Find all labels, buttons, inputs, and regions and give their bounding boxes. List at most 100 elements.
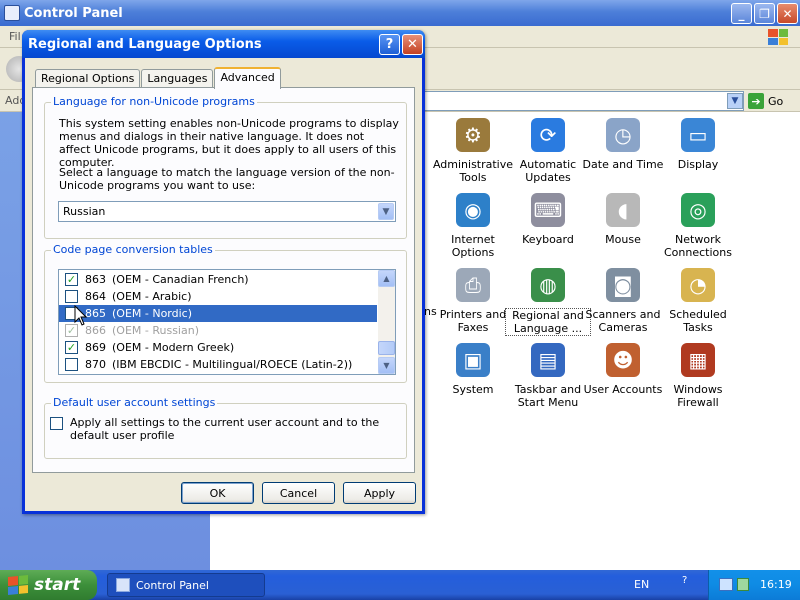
dialog-close-button[interactable]: ✕ (402, 34, 423, 55)
tab-languages[interactable]: Languages (141, 69, 214, 88)
cp-item-label: Taskbar and Start Menu (514, 383, 582, 409)
cp-item-scanners-and-cameras[interactable]: ◙ Scanners and Cameras (580, 268, 666, 334)
cp-item-taskbar-and-start-menu[interactable]: ▤ Taskbar and Start Menu (505, 343, 591, 409)
language-indicator[interactable]: EN (634, 578, 649, 591)
scanners-and-cameras-icon: ◙ (606, 268, 640, 302)
dialog-titlebar[interactable]: Regional and Language Options (22, 30, 425, 58)
chevron-down-icon[interactable]: ▼ (378, 203, 394, 220)
cp-item-display[interactable]: ▭ Display (655, 118, 741, 171)
taskbar: start Control Panel EN ? 16:19 (0, 570, 800, 600)
code-page-group: Code page conversion tables ✓ 863 (OEM - C… (44, 243, 407, 383)
security-tray-icon[interactable] (737, 578, 749, 591)
cp-item-keyboard[interactable]: ⌨ Keyboard (505, 193, 591, 246)
code-page-row: ✓ 866 (OEM - Russian) (59, 322, 377, 339)
code-page-number: 870 (85, 358, 106, 371)
cp-item-network-connections[interactable]: ◎ Network Connections (655, 193, 741, 259)
taskbar-item-label: Control Panel (136, 578, 209, 592)
cp-item-internet-options[interactable]: ◉ Internet Options (430, 193, 516, 259)
cp-item-label: Internet Options (451, 233, 495, 259)
non-unicode-prompt: Select a language to match the language … (59, 166, 395, 192)
scroll-thumb[interactable] (378, 341, 395, 355)
code-page-checkbox[interactable] (65, 290, 78, 303)
code-page-number: 865 (85, 307, 106, 320)
control-panel-task-icon (116, 578, 130, 592)
code-page-number: 864 (85, 290, 106, 303)
cp-item-scheduled-tasks[interactable]: ◔ Scheduled Tasks (655, 268, 741, 334)
network-connections-icon: ◎ (681, 193, 715, 227)
administrative-tools-icon: ⚙ (456, 118, 490, 152)
start-label: start (34, 575, 81, 595)
code-page-row[interactable]: 870 (IBM EBCDIC - Multilingual/ROECE (Lat… (59, 356, 377, 373)
code-page-checkbox[interactable]: ✓ (65, 273, 78, 286)
code-page-list[interactable]: ✓ 863 (OEM - Canadian French) 864 (OEM - Ara… (58, 269, 396, 375)
cp-item-mouse[interactable]: ◖ Mouse (580, 193, 666, 246)
cp-item-label: Administrative Tools (432, 158, 514, 184)
regional-language-dialog: Regional and Language Options ? ✕ Region… (22, 30, 425, 514)
address-dropdown-icon[interactable]: ▼ (727, 93, 743, 109)
code-page-number: 863 (85, 273, 106, 286)
mouse-icon: ◖ (606, 193, 640, 227)
default-user-legend: Default user account settings (51, 396, 218, 409)
taskbar-item-control-panel[interactable]: Control Panel (107, 573, 265, 597)
system-tray: 16:19 (708, 570, 800, 600)
tab-regional-options[interactable]: Regional Options (35, 69, 141, 88)
regional-and-language-icon: ◍ (531, 268, 565, 302)
close-button[interactable]: ✕ (777, 3, 798, 24)
cp-item-label: Windows Firewall (673, 383, 723, 409)
help-button[interactable]: ? (379, 34, 400, 55)
scroll-up-icon[interactable]: ▲ (378, 270, 395, 287)
apply-button[interactable]: Apply (343, 482, 416, 504)
code-page-row[interactable]: 865 (OEM - Nordic) (59, 305, 377, 322)
code-page-name: (IBM EBCDIC - Multilingual/ROECE (Latin-… (112, 358, 353, 371)
clock[interactable]: 16:19 (760, 578, 792, 591)
cancel-button[interactable]: Cancel (262, 482, 335, 504)
automatic-updates-icon: ⟳ (531, 118, 565, 152)
start-button[interactable]: start (0, 570, 97, 600)
code-page-name: (OEM - Arabic) (112, 290, 192, 303)
code-page-row[interactable]: 864 (OEM - Arabic) (59, 288, 377, 305)
code-page-checkbox[interactable] (65, 358, 78, 371)
control-panel-icon (4, 5, 20, 21)
default-user-checkbox[interactable] (50, 417, 63, 430)
system-icon: ▣ (456, 343, 490, 377)
cp-item-label: Printers and Faxes (439, 308, 507, 334)
printers-and-faxes-icon: ⎙ (456, 268, 490, 302)
cp-item-regional-and-language[interactable]: ◍ Regional and Language ... (505, 268, 591, 336)
code-page-number: 866 (85, 324, 106, 337)
cp-item-windows-firewall[interactable]: ▦ Windows Firewall (655, 343, 741, 409)
code-page-row[interactable]: ✓ 863 (OEM - Canadian French) (59, 271, 377, 288)
cp-item-date-and-time[interactable]: ◷ Date and Time (580, 118, 666, 171)
network-tray-icon[interactable] (719, 578, 733, 591)
ok-button[interactable]: OK (181, 482, 254, 504)
menu-file[interactable]: Fil (9, 30, 21, 43)
cp-item-label: System (452, 383, 494, 396)
control-panel-titlebar[interactable]: Control Panel _ ❐ ✕ (0, 0, 800, 26)
display-icon: ▭ (681, 118, 715, 152)
cp-item-administrative-tools[interactable]: ⚙ Administrative Tools (430, 118, 516, 184)
cp-item-automatic-updates[interactable]: ⟳ Automatic Updates (505, 118, 591, 184)
code-page-checkbox[interactable]: ✓ (65, 341, 78, 354)
non-unicode-legend: Language for non-Unicode programs (51, 95, 257, 108)
default-user-group: Default user account settings Apply all … (44, 396, 407, 459)
code-page-number: 869 (85, 341, 106, 354)
minimize-button[interactable]: _ (731, 3, 752, 24)
code-page-legend: Code page conversion tables (51, 243, 215, 256)
language-select[interactable]: Russian ▼ (58, 201, 396, 222)
scroll-down-icon[interactable]: ▼ (378, 357, 395, 374)
tab-advanced[interactable]: Advanced (214, 67, 281, 89)
language-select-value: Russian (63, 205, 106, 218)
list-scrollbar[interactable]: ▲ ▼ (378, 270, 395, 374)
cp-item-label: User Accounts (583, 383, 663, 396)
cp-item-user-accounts[interactable]: ☻ User Accounts (580, 343, 666, 396)
default-user-option[interactable]: Apply all settings to the current user a… (50, 416, 380, 442)
cp-item-label: Automatic Updates (519, 158, 577, 184)
user-accounts-icon: ☻ (606, 343, 640, 377)
language-help-icon[interactable]: ? (682, 575, 687, 586)
advanced-tab-panel: Language for non-Unicode programs This s… (32, 87, 415, 473)
code-page-row[interactable]: ✓ 869 (OEM - Modern Greek) (59, 339, 377, 356)
go-button[interactable]: ➔ Go (748, 91, 783, 111)
cp-item-system[interactable]: ▣ System (430, 343, 516, 396)
maximize-button[interactable]: ❐ (754, 3, 775, 24)
cp-item-printers-and-faxes[interactable]: ⎙ Printers and Faxes (430, 268, 516, 334)
address-field[interactable]: ▼ (420, 91, 744, 111)
